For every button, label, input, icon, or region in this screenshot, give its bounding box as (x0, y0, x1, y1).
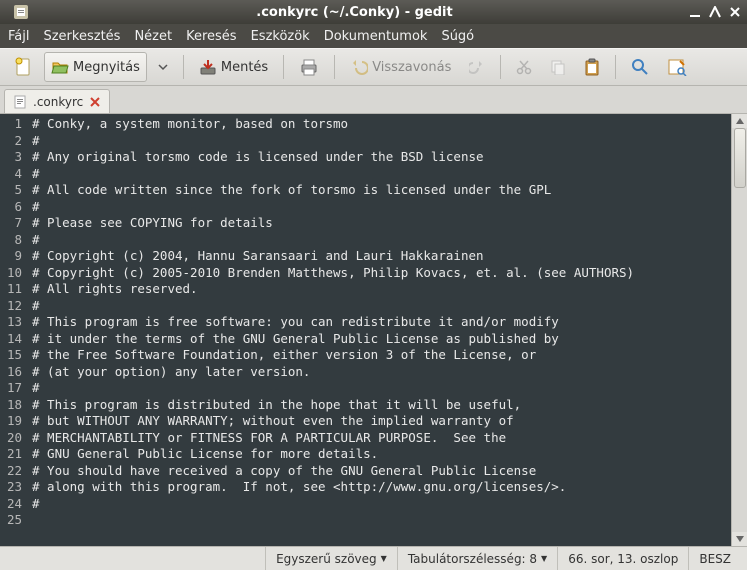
undo-icon (350, 58, 368, 76)
scroll-down-button[interactable] (732, 532, 747, 546)
statusbar: Egyszerű szöveg ▼ Tabulátorszélesség: 8 … (0, 546, 747, 570)
document-tab[interactable]: .conkyrc (4, 89, 110, 113)
app-icon (14, 5, 28, 19)
tabbar: .conkyrc (0, 86, 747, 114)
save-button[interactable]: Mentés (192, 52, 275, 82)
chevron-down-icon (158, 62, 168, 72)
menubar: Fájl Szerkesztés Nézet Keresés Eszközök … (0, 24, 747, 48)
folder-open-icon (51, 58, 69, 76)
chevron-down-icon: ▼ (541, 554, 547, 563)
separator (615, 55, 616, 79)
window-title: .conkyrc (~/.Conky) - gedit (28, 5, 681, 20)
undo-label: Visszavonás (372, 60, 451, 75)
menu-search[interactable]: Keresés (186, 29, 236, 44)
new-document-button[interactable] (6, 52, 40, 82)
separator (183, 55, 184, 79)
language-label: Egyszerű szöveg (276, 552, 377, 566)
close-tab-icon[interactable] (89, 96, 101, 108)
vertical-scrollbar[interactable] (731, 114, 747, 546)
copy-icon (550, 59, 566, 75)
save-label: Mentés (221, 60, 268, 75)
chevron-down-icon: ▼ (381, 554, 387, 563)
menu-tools[interactable]: Eszközök (251, 29, 310, 44)
close-button[interactable] (729, 6, 741, 18)
menu-help[interactable]: Súgó (441, 29, 474, 44)
undo-button[interactable]: Visszavonás (343, 52, 458, 82)
open-button[interactable]: Megnyitás (44, 52, 147, 82)
separator (334, 55, 335, 79)
minimize-button[interactable] (689, 6, 701, 18)
menu-file[interactable]: Fájl (8, 29, 29, 44)
editor-area: 1 2 3 4 5 6 7 8 9 10 11 12 13 14 15 16 1… (0, 114, 747, 546)
tabwidth-label: Tabulátorszélesség: 8 (408, 552, 537, 566)
redo-button[interactable] (462, 52, 492, 82)
scroll-up-button[interactable] (732, 114, 747, 128)
menu-view[interactable]: Nézet (134, 29, 172, 44)
search-icon (631, 58, 649, 76)
document-icon (13, 95, 27, 109)
insert-mode: BESZ (688, 547, 741, 570)
cut-button[interactable] (509, 52, 539, 82)
open-label: Megnyitás (73, 60, 140, 75)
tabwidth-selector[interactable]: Tabulátorszélesség: 8 ▼ (397, 547, 557, 570)
save-icon (199, 58, 217, 76)
line-number-gutter: 1 2 3 4 5 6 7 8 9 10 11 12 13 14 15 16 1… (0, 114, 28, 546)
redo-icon (469, 59, 485, 75)
code-content[interactable]: # Conky, a system monitor, based on tors… (28, 114, 731, 546)
text-editor[interactable]: 1 2 3 4 5 6 7 8 9 10 11 12 13 14 15 16 1… (0, 114, 731, 546)
titlebar: .conkyrc (~/.Conky) - gedit (0, 0, 747, 24)
tab-label: .conkyrc (33, 95, 83, 109)
scrollbar-thumb[interactable] (734, 128, 746, 188)
separator (283, 55, 284, 79)
print-button[interactable] (292, 52, 326, 82)
cut-icon (516, 59, 532, 75)
cursor-position: 66. sor, 13. oszlop (557, 547, 688, 570)
menu-edit[interactable]: Szerkesztés (43, 29, 120, 44)
toolbar: Megnyitás Mentés Visszavonás (0, 48, 747, 86)
language-selector[interactable]: Egyszerű szöveg ▼ (265, 547, 397, 570)
separator (500, 55, 501, 79)
printer-icon (299, 57, 319, 77)
open-dropdown-button[interactable] (151, 52, 175, 82)
menu-documents[interactable]: Dokumentumok (324, 29, 428, 44)
find-replace-button[interactable] (660, 52, 694, 82)
find-replace-icon (667, 58, 687, 76)
copy-button[interactable] (543, 52, 573, 82)
paste-icon (584, 58, 600, 76)
paste-button[interactable] (577, 52, 607, 82)
maximize-button[interactable] (709, 6, 721, 18)
find-button[interactable] (624, 52, 656, 82)
